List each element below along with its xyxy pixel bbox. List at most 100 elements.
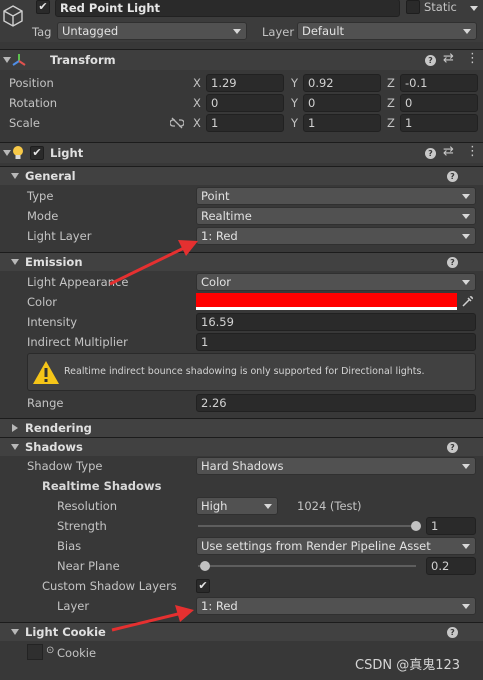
preset-icon[interactable]: ⇄ xyxy=(443,144,454,159)
constrain-proportions-icon[interactable] xyxy=(170,117,184,129)
emission-section-header[interactable]: Emission ? xyxy=(0,252,483,271)
help-icon[interactable]: ? xyxy=(447,257,458,268)
cookie-texture-slot[interactable] xyxy=(27,644,43,660)
emission-foldout-arrow[interactable] xyxy=(11,259,19,265)
eyedropper-icon[interactable] xyxy=(461,295,474,308)
realtime-shadows-row: Realtime Shadows xyxy=(0,476,483,496)
color-swatch[interactable] xyxy=(196,293,457,310)
light-title: Light xyxy=(50,146,84,160)
position-y-field[interactable]: 0.92 xyxy=(303,74,381,92)
tag-dropdown[interactable]: Untagged xyxy=(57,22,247,40)
light-layer-dropdown[interactable]: 1: Red xyxy=(196,227,476,245)
shadow-type-dropdown[interactable]: Hard Shadows xyxy=(196,457,476,475)
shadows-section-header[interactable]: Shadows ? xyxy=(0,437,483,456)
light-cookie-foldout-arrow[interactable] xyxy=(11,629,19,635)
axis-z-label[interactable]: Z xyxy=(387,116,395,130)
help-icon[interactable]: ? xyxy=(447,171,458,182)
range-field[interactable]: 2.26 xyxy=(196,394,476,412)
bias-dropdown[interactable]: Use settings from Render Pipeline Asset xyxy=(196,537,476,555)
strength-value: 1 xyxy=(431,519,439,533)
light-header[interactable]: ✔ Light ? ⇄ ⋮ xyxy=(0,142,483,163)
strength-field[interactable]: 1 xyxy=(426,517,476,535)
general-foldout-arrow[interactable] xyxy=(11,173,19,179)
light-bulb-icon xyxy=(13,146,23,159)
layer-dropdown[interactable]: Default xyxy=(297,22,477,40)
active-checkbox[interactable]: ✔ xyxy=(36,0,50,14)
object-name-field[interactable]: Red Point Light xyxy=(55,0,400,17)
bias-row: Bias Use settings from Render Pipeline A… xyxy=(0,536,483,556)
light-appearance-row: Light Appearance Color xyxy=(0,272,483,292)
cookie-label: Cookie xyxy=(57,646,97,660)
more-options-icon[interactable]: ⋮ xyxy=(466,51,479,66)
scale-label: Scale xyxy=(9,116,40,130)
more-options-icon[interactable]: ⋮ xyxy=(466,144,479,159)
type-label: Type xyxy=(27,189,54,203)
strength-slider-handle[interactable] xyxy=(411,521,421,531)
rotation-y-field[interactable]: 0 xyxy=(303,94,381,112)
near-plane-slider-handle[interactable] xyxy=(200,561,210,571)
light-appearance-dropdown[interactable]: Color xyxy=(196,273,476,291)
indirect-multiplier-value: 1 xyxy=(201,335,209,349)
rendering-foldout-arrow[interactable] xyxy=(12,424,18,432)
preset-icon[interactable]: ⇄ xyxy=(443,51,454,66)
axis-y-label[interactable]: Y xyxy=(291,76,298,90)
tag-value: Untagged xyxy=(62,24,119,38)
scale-row: Scale X 1 Y 1 Z 1 xyxy=(0,113,483,133)
rotation-label: Rotation xyxy=(9,96,58,110)
axis-x-label[interactable]: X xyxy=(193,96,201,110)
bias-label: Bias xyxy=(57,539,82,553)
help-icon[interactable]: ? xyxy=(425,55,436,66)
scale-z-field[interactable]: 1 xyxy=(400,114,478,132)
scale-x-value: 1 xyxy=(211,116,219,130)
rotation-z-field[interactable]: 0 xyxy=(400,94,478,112)
transform-foldout-arrow[interactable] xyxy=(3,57,11,63)
shadow-layer-dropdown[interactable]: 1: Red xyxy=(196,597,476,615)
gameobject-header: ✔ Red Point Light Static Tag Untagged La… xyxy=(0,0,483,42)
mode-dropdown[interactable]: Realtime xyxy=(196,207,476,225)
position-row: Position X 1.29 Y 0.92 Z -0.1 xyxy=(0,73,483,93)
indirect-multiplier-label: Indirect Multiplier xyxy=(27,335,128,349)
custom-shadow-layers-checkbox[interactable]: ✔ xyxy=(196,579,210,593)
help-icon[interactable]: ? xyxy=(447,442,458,453)
transform-header[interactable]: Transform ? ⇄ ⋮ xyxy=(0,49,483,70)
axis-x-label[interactable]: X xyxy=(193,116,201,130)
position-x-field[interactable]: 1.29 xyxy=(206,74,284,92)
resolution-value: High xyxy=(201,499,228,513)
scale-x-field[interactable]: 1 xyxy=(206,114,284,132)
light-enabled-checkbox[interactable]: ✔ xyxy=(30,146,44,160)
scale-y-field[interactable]: 1 xyxy=(303,114,381,132)
type-dropdown[interactable]: Point xyxy=(196,187,476,205)
help-icon[interactable]: ? xyxy=(425,148,436,159)
help-icon[interactable]: ? xyxy=(447,627,458,638)
axis-y-label[interactable]: Y xyxy=(291,116,298,130)
emission-title: Emission xyxy=(25,255,83,269)
rendering-section-header[interactable]: Rendering xyxy=(0,418,483,437)
light-foldout-arrow[interactable] xyxy=(3,150,11,156)
position-x-value: 1.29 xyxy=(211,76,237,90)
shadows-foldout-arrow[interactable] xyxy=(11,444,19,450)
near-plane-field[interactable]: 0.2 xyxy=(426,557,476,575)
object-picker-icon[interactable]: ⊙ xyxy=(46,645,54,656)
light-layer-label: Light Layer xyxy=(27,229,92,243)
indirect-multiplier-field[interactable]: 1 xyxy=(196,333,476,351)
strength-slider-track[interactable] xyxy=(198,525,416,527)
light-appearance-value: Color xyxy=(201,275,232,289)
mode-value: Realtime xyxy=(201,209,252,223)
position-z-field[interactable]: -0.1 xyxy=(400,74,478,92)
light-cookie-section-header[interactable]: Light Cookie ? xyxy=(0,622,483,641)
range-row: Range 2.26 xyxy=(0,393,483,413)
static-dropdown-arrow[interactable] xyxy=(466,2,482,16)
axis-x-label[interactable]: X xyxy=(193,76,201,90)
axis-z-label[interactable]: Z xyxy=(387,76,395,90)
shadow-layer-label: Layer xyxy=(57,599,90,613)
rotation-x-field[interactable]: 0 xyxy=(206,94,284,112)
near-plane-slider-track[interactable] xyxy=(198,565,416,567)
axis-y-label[interactable]: Y xyxy=(291,96,298,110)
resolution-dropdown[interactable]: High xyxy=(196,497,278,515)
intensity-field[interactable]: 16.59 xyxy=(196,313,476,331)
transform-title: Transform xyxy=(50,53,116,67)
static-checkbox[interactable] xyxy=(406,0,420,14)
general-section-header[interactable]: General ? xyxy=(0,166,483,185)
warning-helpbox: Realtime indirect bounce shadowing is on… xyxy=(27,353,476,391)
axis-z-label[interactable]: Z xyxy=(387,96,395,110)
